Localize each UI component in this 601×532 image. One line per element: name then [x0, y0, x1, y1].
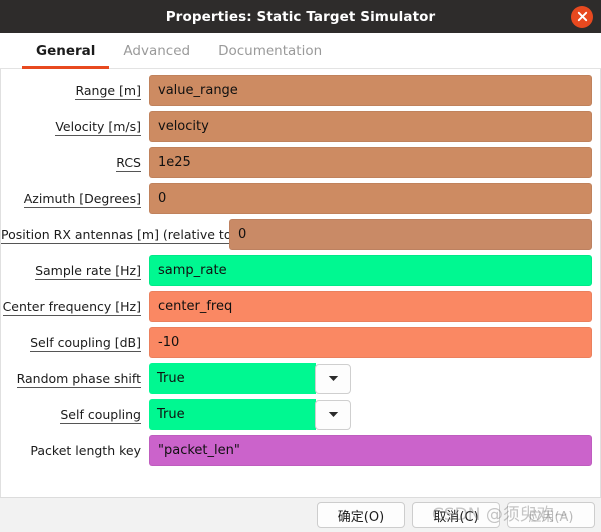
close-icon[interactable]: [571, 5, 593, 28]
form-row-packet-length-key: Packet length key "packet_len": [1, 435, 600, 466]
input-position-rx-antennas[interactable]: 0: [229, 219, 592, 250]
form-row-rcs: RCS 1e25: [1, 147, 600, 178]
form-row-center-frequency: Center frequency [Hz] center_freq: [1, 291, 600, 322]
input-azimuth[interactable]: 0: [149, 183, 592, 214]
form-row-random-phase-shift: Random phase shift True: [1, 363, 600, 394]
label-random-phase-shift: Random phase shift: [16, 371, 141, 388]
label-range: Range [m]: [75, 83, 141, 100]
tab-bar: General Advanced Documentation: [0, 33, 601, 69]
form-row-range: Range [m] value_range: [1, 75, 600, 106]
input-sample-rate[interactable]: samp_rate: [149, 255, 592, 286]
tab-advanced[interactable]: Advanced: [109, 33, 204, 68]
properties-form: Range [m] value_range Velocity [m/s] vel…: [0, 69, 601, 497]
input-range[interactable]: value_range: [149, 75, 592, 106]
label-position-rx-antennas: Position RX antennas [m] (relative to TX…: [1, 227, 257, 244]
label-center-frequency: Center frequency [Hz]: [2, 299, 141, 316]
form-row-sample-rate: Sample rate [Hz] samp_rate: [1, 255, 600, 286]
label-packet-length-key: Packet length key: [30, 443, 141, 458]
combo-self-coupling-value[interactable]: True: [149, 399, 316, 430]
window-title: Properties: Static Target Simulator: [165, 8, 436, 25]
label-self-coupling-db: Self coupling [dB]: [30, 335, 141, 352]
dialog-footer: 确定(O) 取消(C) 应用(A): [0, 497, 601, 532]
combo-self-coupling[interactable]: True: [149, 399, 351, 430]
form-row-azimuth: Azimuth [Degrees] 0: [1, 183, 600, 214]
apply-button[interactable]: 应用(A): [507, 502, 595, 528]
tab-advanced-label: Advanced: [123, 42, 191, 59]
tab-general[interactable]: General: [22, 33, 110, 69]
chevron-down-icon[interactable]: [315, 363, 351, 394]
tab-general-label: General: [36, 42, 96, 59]
form-row-velocity: Velocity [m/s] velocity: [1, 111, 600, 142]
tab-documentation[interactable]: Documentation: [204, 33, 336, 68]
combo-random-phase-shift[interactable]: True: [149, 363, 351, 394]
form-row-self-coupling-db: Self coupling [dB] -10: [1, 327, 600, 358]
label-self-coupling: Self coupling: [60, 407, 141, 424]
input-self-coupling-db[interactable]: -10: [149, 327, 592, 358]
ok-button[interactable]: 确定(O): [317, 502, 405, 528]
label-rcs: RCS: [116, 155, 141, 172]
input-velocity[interactable]: velocity: [149, 111, 592, 142]
label-velocity: Velocity [m/s]: [55, 119, 141, 136]
input-packet-length-key[interactable]: "packet_len": [149, 435, 592, 466]
tab-documentation-label: Documentation: [218, 42, 323, 59]
form-row-self-coupling: Self coupling True: [1, 399, 600, 430]
combo-random-phase-shift-value[interactable]: True: [149, 363, 316, 394]
properties-dialog: Properties: Static Target Simulator Gene…: [0, 0, 601, 532]
input-rcs[interactable]: 1e25: [149, 147, 592, 178]
title-bar: Properties: Static Target Simulator: [0, 0, 601, 33]
label-sample-rate: Sample rate [Hz]: [35, 263, 141, 280]
chevron-down-icon[interactable]: [315, 399, 351, 430]
input-center-frequency[interactable]: center_freq: [149, 291, 592, 322]
cancel-button[interactable]: 取消(C): [412, 502, 500, 528]
form-row-position-rx-antennas: Position RX antennas [m] (relative to TX…: [1, 219, 600, 250]
label-azimuth: Azimuth [Degrees]: [23, 191, 141, 208]
